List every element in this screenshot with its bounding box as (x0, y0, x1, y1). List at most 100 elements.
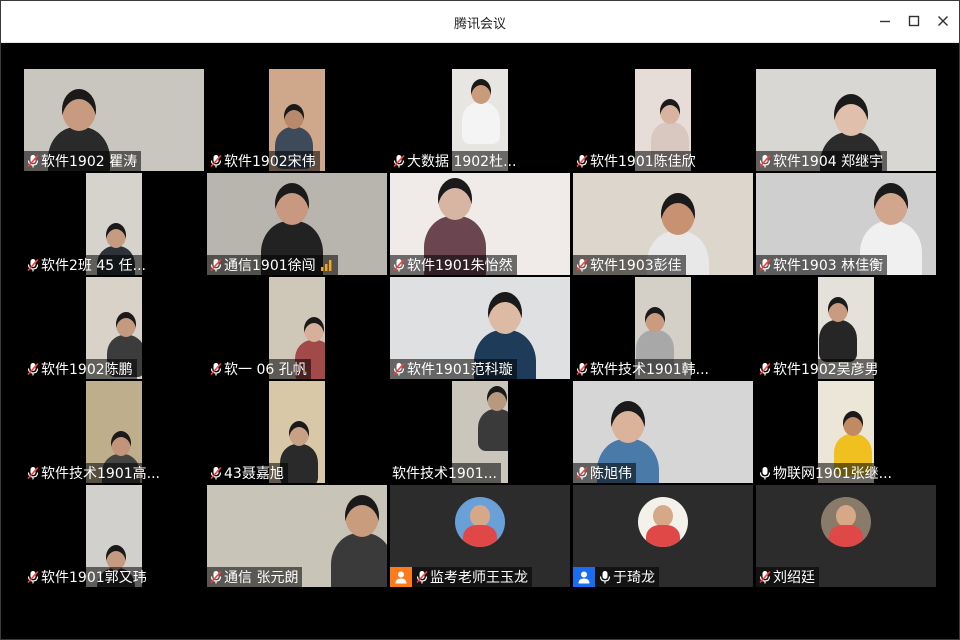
mic-muted-icon (209, 466, 223, 480)
participant-label: 软件1903 林佳衡 (756, 255, 888, 275)
participant-name: 软件技术1901... (392, 466, 497, 482)
participant-name: 软件1901朱怡然 (407, 258, 513, 274)
mic-icon (758, 466, 772, 480)
participant-name: 大数据 1902杜... (407, 154, 517, 170)
minimize-button[interactable] (877, 13, 893, 29)
participant-body (819, 319, 857, 362)
mic-muted-icon (392, 258, 406, 272)
mic-muted-icon (415, 570, 429, 584)
participant-name: 软件1903彭佳 (590, 258, 682, 274)
mic-muted-icon (758, 258, 772, 272)
participant-head (345, 495, 379, 537)
mic-muted-icon (758, 570, 772, 584)
participant-tile[interactable]: 软件1902吴彦男 (756, 277, 936, 379)
participant-label: 软件1901范科璇 (390, 359, 517, 379)
participant-label: 软件1902陈鹏 (24, 359, 137, 379)
participant-tile[interactable]: 软件1901范科璇 (390, 277, 570, 379)
mic-muted-icon (575, 258, 589, 272)
participant-label: 软一 06 孔帆 (207, 359, 311, 379)
participant-tile[interactable]: 软件2班 45 任... (24, 173, 204, 275)
participant-body (331, 533, 387, 587)
participant-name: 刘绍廷 (773, 570, 815, 586)
participant-tile[interactable]: 通信1901徐闯 (207, 173, 387, 275)
avatar (821, 497, 871, 547)
video-grid: 软件1902 瞿涛 软件1902宋伟 大数据 1902杜... 软件1901陈佳欣 软件… (24, 69, 938, 587)
participant-tile[interactable]: 软件技术1901... (390, 381, 570, 483)
maximize-icon (908, 15, 920, 27)
participant-tile[interactable]: 陈旭伟 (573, 381, 753, 483)
participant-tile[interactable]: 软一 06 孔帆 (207, 277, 387, 379)
participant-label: 软件1902 瞿涛 (24, 151, 142, 171)
participant-tile[interactable]: 监考老师王玉龙 (390, 485, 570, 587)
participant-name: 监考老师王玉龙 (430, 570, 528, 586)
participant-tile[interactable]: 大数据 1902杜... (390, 69, 570, 171)
participant-tile[interactable]: 软件1903 林佳衡 (756, 173, 936, 275)
participant-tile[interactable]: 软件1901郭又玮 (24, 485, 204, 587)
participant-tile[interactable]: 软件1901朱怡然 (390, 173, 570, 275)
participant-head (488, 292, 522, 334)
participant-name: 陈旭伟 (590, 466, 632, 482)
participant-head (661, 193, 695, 235)
signal-strength-icon (320, 259, 334, 271)
minimize-icon (880, 20, 890, 23)
mic-muted-icon (209, 362, 223, 376)
participant-name: 于琦龙 (613, 570, 655, 586)
participant-tile[interactable]: 于琦龙 (573, 485, 753, 587)
participant-name: 软件1901陈佳欣 (590, 154, 696, 170)
mic-muted-icon (26, 154, 40, 168)
participant-label: 物联网1901张继... (756, 463, 896, 483)
participant-head (874, 183, 908, 225)
participant-tile[interactable]: 软件1904 郑继宇 (756, 69, 936, 171)
participant-label: 43聂嘉旭 (207, 463, 288, 483)
close-icon (938, 16, 948, 26)
participant-label: 软件2班 45 任... (24, 255, 150, 275)
participant-head (62, 89, 96, 131)
window-title: 腾讯会议 (453, 17, 506, 32)
mic-muted-icon (26, 362, 40, 376)
participant-name: 软件2班 45 任... (41, 258, 146, 274)
avatar (455, 497, 505, 547)
mic-muted-icon (26, 258, 40, 272)
mic-muted-icon (758, 154, 772, 168)
host-badge-icon (390, 567, 412, 587)
participant-label: 刘绍廷 (756, 567, 819, 587)
cohost-badge-icon (573, 567, 595, 587)
participant-tile[interactable]: 软件1901陈佳欣 (573, 69, 753, 171)
mic-muted-icon (575, 466, 589, 480)
participant-tile[interactable]: 软件1902陈鹏 (24, 277, 204, 379)
participant-head (438, 178, 472, 220)
title-bar[interactable]: 腾讯会议 (1, 1, 959, 43)
participant-tile[interactable]: 软件技术1901高... (24, 381, 204, 483)
mic-muted-icon (392, 362, 406, 376)
participant-tile[interactable]: 通信 张元朗 (207, 485, 387, 587)
mic-muted-icon (209, 258, 223, 272)
mic-icon (598, 570, 612, 584)
participant-head (275, 183, 309, 225)
participant-tile[interactable]: 软件1902 瞿涛 (24, 69, 204, 171)
participant-label: 通信1901徐闯 (207, 255, 338, 275)
participant-head (834, 94, 868, 136)
participant-label: 大数据 1902杜... (390, 151, 521, 171)
participant-label: 于琦龙 (573, 567, 659, 587)
participant-label: 陈旭伟 (573, 463, 636, 483)
participant-label: 软件1903彭佳 (573, 255, 686, 275)
participant-tile[interactable]: 刘绍廷 (756, 485, 936, 587)
participant-name: 软件1902吴彦男 (773, 362, 879, 378)
participant-tile[interactable]: 43聂嘉旭 (207, 381, 387, 483)
participant-label: 软件技术1901韩... (573, 359, 713, 379)
participant-name: 软件1903 林佳衡 (773, 258, 884, 274)
participant-label: 软件1901陈佳欣 (573, 151, 700, 171)
participant-tile[interactable]: 软件1903彭佳 (573, 173, 753, 275)
close-button[interactable] (935, 13, 951, 29)
maximize-button[interactable] (906, 13, 922, 29)
participant-tile[interactable]: 软件1902宋伟 (207, 69, 387, 171)
participant-label: 软件1904 郑继宇 (756, 151, 888, 171)
participant-tile[interactable]: 物联网1901张继... (756, 381, 936, 483)
participant-name: 软件1904 郑继宇 (773, 154, 884, 170)
mic-muted-icon (209, 570, 223, 584)
mic-muted-icon (758, 362, 772, 376)
mic-muted-icon (26, 570, 40, 584)
participant-tile[interactable]: 软件技术1901韩... (573, 277, 753, 379)
participant-name: 软件1902陈鹏 (41, 362, 133, 378)
participant-name: 软件技术1901韩... (590, 362, 709, 378)
